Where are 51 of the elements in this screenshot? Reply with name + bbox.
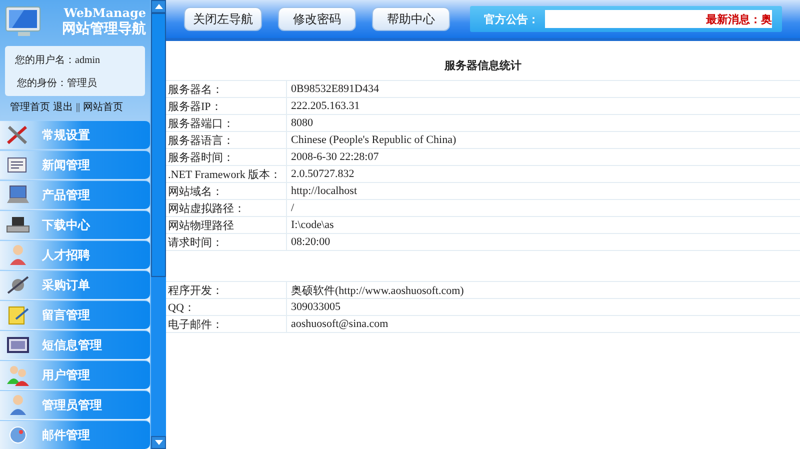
menu-item[interactable]: 新闻管理: [0, 150, 150, 179]
table-cell: aoshuosoft@sina.com: [286, 316, 800, 332]
table-cell: 2008-6-30 22:28:07: [286, 148, 800, 166]
table-cell: 网站域名：: [166, 182, 286, 200]
username-text: 您的用户名：admin: [15, 54, 101, 67]
table-cell: 程序开发：: [166, 282, 286, 298]
table-cell: 网站虚拟路径：: [166, 200, 286, 216]
table-cell: 8080: [286, 114, 800, 132]
table-cell: 电子邮件：: [166, 316, 286, 332]
table-cell: 0B98532E891D434: [286, 80, 800, 98]
table-cell: 服务器端口：: [166, 114, 286, 132]
table-cell: 奥硕软件(http://www.aoshuosoft.com): [286, 282, 800, 298]
table-cell: 服务器时间：: [166, 148, 286, 166]
link-separator: ||: [76, 102, 80, 112]
table-cell: 请求时间：: [166, 234, 286, 250]
menu-item[interactable]: 留言管理: [0, 300, 150, 329]
table-cell: QQ：: [166, 298, 286, 316]
menu-item[interactable]: 邮件管理: [0, 420, 150, 449]
table-cell: 服务器名：: [166, 80, 286, 98]
role-text: 您的身份：管理员: [16, 76, 98, 90]
table-cell: 网站物理路径: [166, 216, 286, 234]
table-cell: 309033005: [286, 298, 800, 316]
nav-link[interactable]: 退出: [53, 100, 73, 114]
table-cell: I:\code\as: [286, 216, 800, 234]
menu-item[interactable]: 管理员管理: [0, 390, 150, 419]
table-cell: .NET Framework 版本：: [166, 166, 286, 182]
menu-item[interactable]: 人才招聘: [0, 240, 150, 269]
table-cell: 服务器语言：: [166, 132, 286, 148]
nav-link[interactable]: 管理首页: [10, 100, 50, 114]
menu-item[interactable]: 下载中心: [0, 210, 150, 239]
menu-item[interactable]: 短信息管理: [0, 330, 150, 359]
sidebar-title: 网站管理导航: [62, 20, 146, 38]
notice-label: 官方公告：: [484, 12, 539, 26]
toolbar-button[interactable]: 关闭左导航: [184, 7, 262, 31]
menu-item[interactable]: 常规设置: [0, 120, 150, 149]
table-cell: 服务器IP：: [166, 98, 286, 114]
notice-ticker: 最新消息：奥: [545, 10, 772, 28]
toolbar-button[interactable]: 帮助中心: [372, 7, 450, 31]
table-cell: Chinese (People's Republic of China): [286, 132, 800, 148]
table-cell: http://localhost: [286, 182, 800, 200]
toolbar-button[interactable]: 修改密码: [278, 7, 356, 31]
brand-name: WebManage: [64, 6, 146, 20]
table-cell: 2.0.50727.832: [286, 166, 800, 182]
table-cell: 222.205.163.31: [286, 98, 800, 114]
menu-item[interactable]: 产品管理: [0, 180, 150, 209]
nav-link[interactable]: 网站首页: [83, 100, 124, 114]
menu-item[interactable]: 采购订单: [0, 270, 150, 299]
menu-item[interactable]: 用户管理: [0, 360, 150, 389]
table-cell: 08:20:00: [286, 234, 800, 250]
section-title: 服务器信息统计: [443, 58, 522, 73]
table-cell: /: [286, 200, 800, 216]
